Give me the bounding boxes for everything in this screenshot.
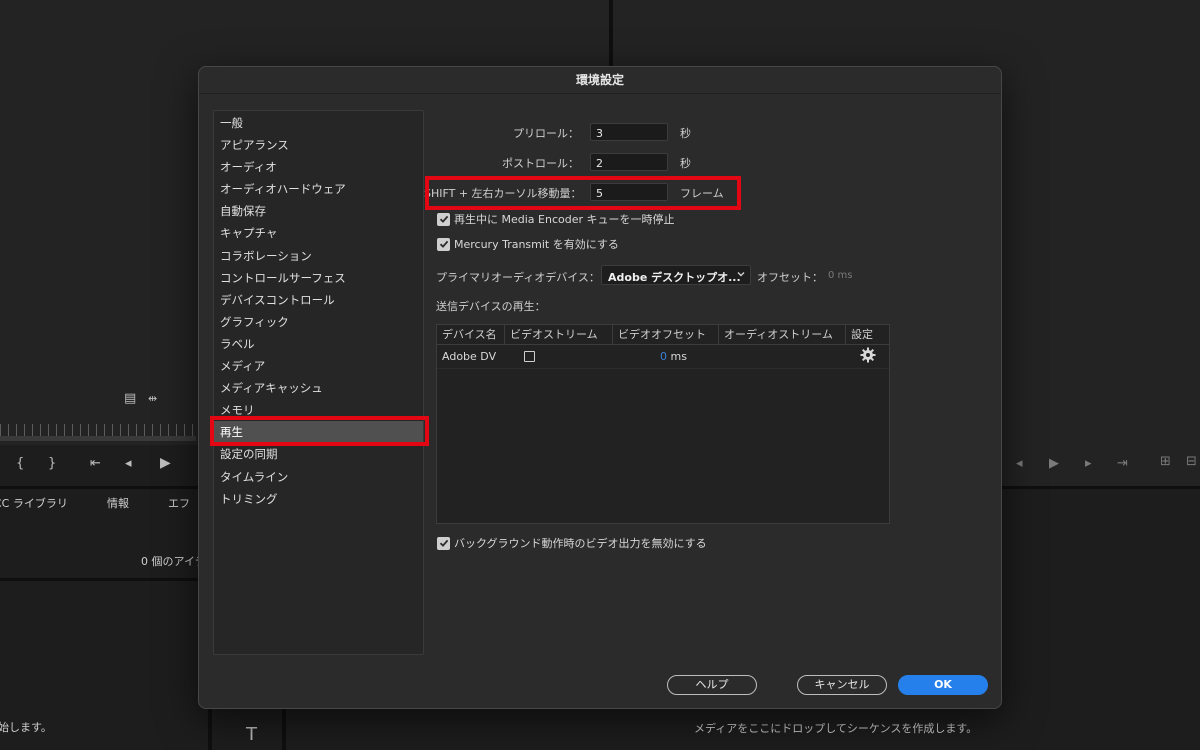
sidebar-item-timeline[interactable]: タイムライン bbox=[214, 466, 423, 488]
pause-media-encoder-checkbox[interactable] bbox=[437, 212, 450, 226]
sidebar-item-graphics[interactable]: グラフィック bbox=[214, 311, 423, 333]
sidebar-item-capture[interactable]: キャプチャ bbox=[214, 222, 423, 244]
video-offset-cell[interactable]: 0 ms bbox=[613, 350, 719, 363]
col-audio-stream[interactable]: オーディオストリーム bbox=[719, 325, 846, 344]
shift-move-unit: フレーム bbox=[680, 187, 724, 200]
disable-bg-video-checkbox[interactable] bbox=[437, 536, 450, 550]
tab-cc-library[interactable]: CC ライブラリ bbox=[0, 495, 68, 511]
go-to-out-icon-right[interactable]: ⇥ bbox=[1117, 457, 1128, 470]
preroll-label: プリロール： bbox=[513, 127, 579, 140]
checkmark-icon bbox=[439, 539, 448, 547]
preferences-dialog: 環境設定 一般 アピアランス オーディオ オーディオハードウェア 自動保存 キャ… bbox=[198, 66, 1002, 709]
panel-divider-horizontal-right bbox=[1002, 486, 1200, 489]
transmit-section-label: 送信デバイスの再生： bbox=[436, 300, 546, 313]
play-icon-right[interactable]: ▶ bbox=[1049, 457, 1059, 470]
checkmark-icon bbox=[439, 215, 448, 223]
sidebar-item-audio-hardware[interactable]: オーディオハードウェア bbox=[214, 178, 423, 200]
ok-button[interactable]: OK bbox=[898, 675, 988, 695]
mercury-transmit-checkbox[interactable] bbox=[437, 237, 450, 251]
mercury-transmit-row[interactable]: Mercury Transmit を有効にする bbox=[437, 236, 619, 252]
sidebar-item-appearance[interactable]: アピアランス bbox=[214, 134, 423, 156]
sidebar-item-collaboration[interactable]: コラボレーション bbox=[214, 245, 423, 267]
shift-move-label: SHIFT + 左右カーソル移動量： bbox=[424, 187, 582, 200]
sidebar-item-memory[interactable]: メモリ bbox=[214, 399, 423, 421]
type-tool-icon[interactable]: T bbox=[246, 726, 257, 744]
table-row[interactable]: Adobe DV 0 ms bbox=[437, 345, 889, 369]
table-header: デバイス名 ビデオストリーム ビデオオフセット オーディオストリーム 設定 bbox=[437, 325, 889, 345]
bottom-left-text: 始します。 bbox=[0, 721, 52, 734]
disable-bg-video-row[interactable]: バックグラウンド動作時のビデオ出力を無効にする bbox=[437, 535, 707, 551]
panel-divider-vertical bbox=[609, 0, 613, 66]
audio-device-value: Adobe デスクトップオ... bbox=[608, 271, 741, 284]
postroll-unit: 秒 bbox=[680, 157, 691, 170]
film-icon[interactable]: ▤ bbox=[124, 392, 136, 405]
help-button[interactable]: ヘルプ bbox=[667, 675, 757, 695]
audio-device-select[interactable]: Adobe デスクトップオ... bbox=[601, 265, 751, 285]
sidebar-item-media[interactable]: メディア bbox=[214, 355, 423, 377]
insert-icon-right[interactable]: ⊞ bbox=[1160, 455, 1171, 468]
overwrite-icon-right[interactable]: ⊟ bbox=[1186, 455, 1197, 468]
sidebar-item-device-control[interactable]: デバイスコントロール bbox=[214, 289, 423, 311]
audio-offset-value: 0 ms bbox=[828, 270, 853, 281]
gear-icon[interactable] bbox=[860, 347, 876, 363]
step-back-icon[interactable]: ◂ bbox=[125, 457, 132, 470]
timeline-ruler-track bbox=[0, 436, 196, 441]
sidebar-item-media-cache[interactable]: メディアキャッシュ bbox=[214, 377, 423, 399]
col-video-stream[interactable]: ビデオストリーム bbox=[505, 325, 613, 344]
sidebar-item-sync-settings[interactable]: 設定の同期 bbox=[214, 443, 423, 465]
video-stream-cell bbox=[505, 351, 613, 362]
sidebar-item-general[interactable]: 一般 bbox=[214, 112, 423, 134]
settings-cell bbox=[846, 347, 889, 366]
device-name-cell: Adobe DV bbox=[442, 350, 497, 363]
transmit-devices-table: デバイス名 ビデオストリーム ビデオオフセット オーディオストリーム 設定 Ad… bbox=[436, 324, 890, 524]
sidebar-item-audio[interactable]: オーディオ bbox=[214, 156, 423, 178]
checkmark-icon bbox=[439, 240, 448, 248]
pause-media-encoder-label: 再生中に Media Encoder キューを一時停止 bbox=[454, 213, 675, 226]
video-offset-value[interactable]: 0 bbox=[660, 350, 667, 363]
tab-info[interactable]: 情報 bbox=[107, 495, 129, 511]
sidebar-item-auto-save[interactable]: 自動保存 bbox=[214, 200, 423, 222]
chevron-down-icon bbox=[737, 272, 745, 277]
drop-hint: メディアをここにドロップしてシーケンスを作成します。 bbox=[694, 722, 978, 735]
video-offset-unit: ms bbox=[670, 350, 687, 363]
mercury-transmit-label: Mercury Transmit を有効にする bbox=[454, 238, 619, 251]
dialog-title: 環境設定 bbox=[199, 67, 1001, 94]
col-settings[interactable]: 設定 bbox=[846, 325, 889, 344]
panel-divider-horizontal-left bbox=[0, 486, 198, 489]
sidebar-item-playback[interactable]: 再生 bbox=[214, 421, 423, 444]
disable-bg-video-label: バックグラウンド動作時のビデオ出力を無効にする bbox=[454, 537, 707, 550]
panel-divider-lower-left bbox=[0, 578, 198, 581]
shift-move-input[interactable]: 5 bbox=[590, 183, 668, 201]
item-count: 0 個のアイテ bbox=[141, 555, 206, 568]
postroll-input[interactable]: 2 bbox=[590, 153, 668, 171]
sidebar-item-labels[interactable]: ラベル bbox=[214, 333, 423, 355]
step-forward-icon-right[interactable]: ▸ bbox=[1085, 457, 1092, 470]
postroll-label: ポストロール： bbox=[502, 157, 579, 170]
col-device-name[interactable]: デバイス名 bbox=[437, 325, 505, 344]
col-video-offset[interactable]: ビデオオフセット bbox=[613, 325, 719, 344]
video-stream-checkbox[interactable] bbox=[524, 351, 535, 362]
panel-divider-vertical-lower bbox=[208, 709, 212, 750]
audio-offset-label: オフセット： bbox=[757, 271, 823, 284]
preroll-input[interactable]: 3 bbox=[590, 123, 668, 141]
mark-in-icon[interactable]: { bbox=[16, 457, 24, 470]
step-back-icon-right[interactable]: ◂ bbox=[1016, 457, 1023, 470]
timeline-ruler[interactable] bbox=[0, 424, 196, 436]
go-to-in-icon[interactable]: ⇤ bbox=[90, 457, 101, 470]
pause-media-encoder-row[interactable]: 再生中に Media Encoder キューを一時停止 bbox=[437, 211, 675, 227]
preroll-unit: 秒 bbox=[680, 127, 691, 140]
cancel-button[interactable]: キャンセル bbox=[797, 675, 887, 695]
mark-out-icon[interactable]: } bbox=[48, 457, 56, 470]
play-icon[interactable]: ▶ bbox=[160, 456, 171, 470]
panel-divider-vertical-lower2 bbox=[282, 709, 286, 750]
audio-device-label: プライマリオーディオデバイス： bbox=[436, 271, 600, 284]
sidebar-item-control-surface[interactable]: コントロールサーフェス bbox=[214, 267, 423, 289]
sidebar-item-trimming[interactable]: トリミング bbox=[214, 488, 423, 510]
tab-effects[interactable]: エフ bbox=[168, 495, 190, 511]
waveform-icon[interactable]: ⇹ bbox=[148, 393, 157, 404]
preferences-sidebar: 一般 アピアランス オーディオ オーディオハードウェア 自動保存 キャプチャ コ… bbox=[213, 110, 424, 655]
